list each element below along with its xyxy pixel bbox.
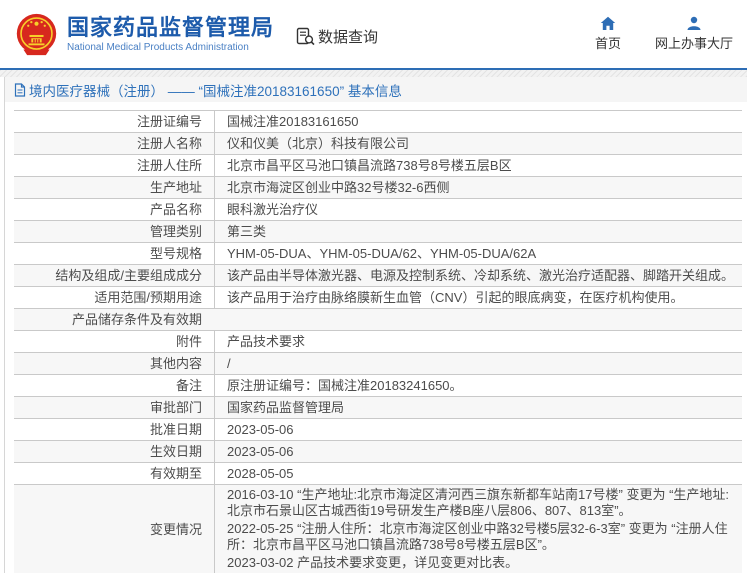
home-icon	[600, 16, 616, 31]
data-query-menu[interactable]: 数据查询	[296, 26, 378, 47]
page-title-bar: 境内医疗器械（注册） —— “国械注准20183161650” 基本信息	[5, 77, 747, 102]
table-row: 管理类别 第三类	[14, 221, 742, 243]
table-row: 结构及组成/主要组成成分 该产品由半导体激光器、电源及控制系统、冷却系统、激光治…	[14, 265, 742, 287]
nmpa-logo[interactable]: 国家药品监督管理局 National Medical Products Admi…	[14, 11, 274, 58]
row-label: 注册人住所	[14, 155, 214, 176]
table-row: 附件 产品技术要求	[14, 331, 742, 353]
row-value: 原注册证编号：国械注准20183241650。	[214, 375, 742, 396]
row-value: 第三类	[214, 221, 742, 242]
row-value: 国家药品监督管理局	[214, 397, 742, 418]
row-label: 适用范围/预期用途	[14, 287, 214, 308]
change-entry: 2023-03-02 产品技术要求变更，详见变更对比表。	[227, 554, 518, 572]
table-row-changes: 变更情况 2016-03-10 “生产地址:北京市海淀区清河西三旗东新都车站南1…	[14, 485, 742, 573]
row-label: 有效期至	[14, 463, 214, 484]
table-row: 注册证编号 国械注准20183161650	[14, 111, 742, 133]
registration-table: 注册证编号 国械注准20183161650 注册人名称 仪和仪美（北京）科技有限…	[14, 110, 742, 573]
content-area: 境内医疗器械（注册） —— “国械注准20183161650” 基本信息 注册证…	[4, 77, 747, 573]
row-label: 产品名称	[14, 199, 214, 220]
data-query-icon	[296, 27, 315, 46]
document-icon	[14, 83, 26, 97]
row-label: 注册证编号	[14, 111, 214, 132]
table-row: 注册人住所 北京市昌平区马池口镇昌流路738号8号楼五层B区	[14, 155, 742, 177]
row-value: 该产品用于治疗由脉络膜新生血管（CNV）引起的眼底病变，在医疗机构使用。	[214, 287, 742, 308]
row-label: 生产地址	[14, 177, 214, 198]
row-value: 2028-05-05	[214, 463, 742, 484]
row-label: 生效日期	[14, 441, 214, 462]
table-row: 生效日期 2023-05-06	[14, 441, 742, 463]
row-label: 产品储存条件及有效期	[14, 309, 214, 330]
page-title: 境内医疗器械（注册） —— “国械注准20183161650” 基本信息	[29, 80, 402, 100]
table-row: 产品名称 眼科激光治疗仪	[14, 199, 742, 221]
change-entry: 2016-03-10 “生产地址:北京市海淀区清河西三旗东新都车站南17号楼” …	[227, 486, 734, 520]
row-value: 2023-05-06	[214, 419, 742, 440]
row-value: 产品技术要求	[214, 331, 742, 352]
row-value: 眼科激光治疗仪	[214, 199, 742, 220]
nav-home-label: 首页	[595, 33, 621, 52]
row-value	[214, 309, 742, 330]
row-label: 管理类别	[14, 221, 214, 242]
row-label: 结构及组成/主要组成成分	[14, 265, 214, 286]
agency-name-en: National Medical Products Administration	[67, 41, 274, 54]
row-label: 审批部门	[14, 397, 214, 418]
row-value: 北京市海淀区创业中路32号楼32-6西侧	[214, 177, 742, 198]
table-row: 审批部门 国家药品监督管理局	[14, 397, 742, 419]
row-value: 国械注准20183161650	[214, 111, 742, 132]
change-entry: 2022-05-25 “注册人住所：北京市海淀区创业中路32号楼5层32-6-3…	[227, 520, 734, 554]
data-query-label: 数据查询	[318, 26, 378, 47]
row-value: 该产品由半导体激光器、电源及控制系统、冷却系统、激光治疗适配器、脚踏开关组成。	[214, 265, 742, 286]
nav-item-home[interactable]: 首页	[595, 16, 621, 52]
table-row: 注册人名称 仪和仪美（北京）科技有限公司	[14, 133, 742, 155]
table-row: 产品储存条件及有效期	[14, 309, 742, 331]
row-label: 其他内容	[14, 353, 214, 374]
row-value: /	[214, 353, 742, 374]
site-header: 国家药品监督管理局 National Medical Products Admi…	[0, 0, 747, 68]
agency-name: 国家药品监督管理局 National Medical Products Admi…	[67, 15, 274, 54]
header-nav: 首页 网上办事大厅	[595, 16, 733, 52]
national-emblem-icon	[14, 11, 59, 58]
agency-name-cn: 国家药品监督管理局	[67, 15, 274, 41]
table-row: 生产地址 北京市海淀区创业中路32号楼32-6西侧	[14, 177, 742, 199]
table-row: 备注 原注册证编号：国械注准20183241650。	[14, 375, 742, 397]
row-label: 注册人名称	[14, 133, 214, 154]
row-value: 仪和仪美（北京）科技有限公司	[214, 133, 742, 154]
row-value: YHM-05-DUA、YHM-05-DUA/62、YHM-05-DUA/62A	[214, 243, 742, 264]
table-row: 型号规格 YHM-05-DUA、YHM-05-DUA/62、YHM-05-DUA…	[14, 243, 742, 265]
nav-hall-label: 网上办事大厅	[655, 33, 733, 52]
table-row: 适用范围/预期用途 该产品用于治疗由脉络膜新生血管（CNV）引起的眼底病变，在医…	[14, 287, 742, 309]
row-value: 2023-05-06	[214, 441, 742, 462]
row-value: 北京市昌平区马池口镇昌流路738号8号楼五层B区	[214, 155, 742, 176]
table-row: 有效期至 2028-05-05	[14, 463, 742, 485]
table-row: 批准日期 2023-05-06	[14, 419, 742, 441]
row-value-changes: 2016-03-10 “生产地址:北京市海淀区清河西三旗东新都车站南17号楼” …	[214, 485, 742, 573]
row-label: 变更情况	[14, 485, 214, 573]
row-label: 型号规格	[14, 243, 214, 264]
row-label: 批准日期	[14, 419, 214, 440]
row-label: 备注	[14, 375, 214, 396]
row-label: 附件	[14, 331, 214, 352]
hatch-strip	[0, 70, 747, 77]
user-icon	[686, 16, 702, 31]
nav-item-online-hall[interactable]: 网上办事大厅	[655, 16, 733, 52]
table-row: 其他内容 /	[14, 353, 742, 375]
